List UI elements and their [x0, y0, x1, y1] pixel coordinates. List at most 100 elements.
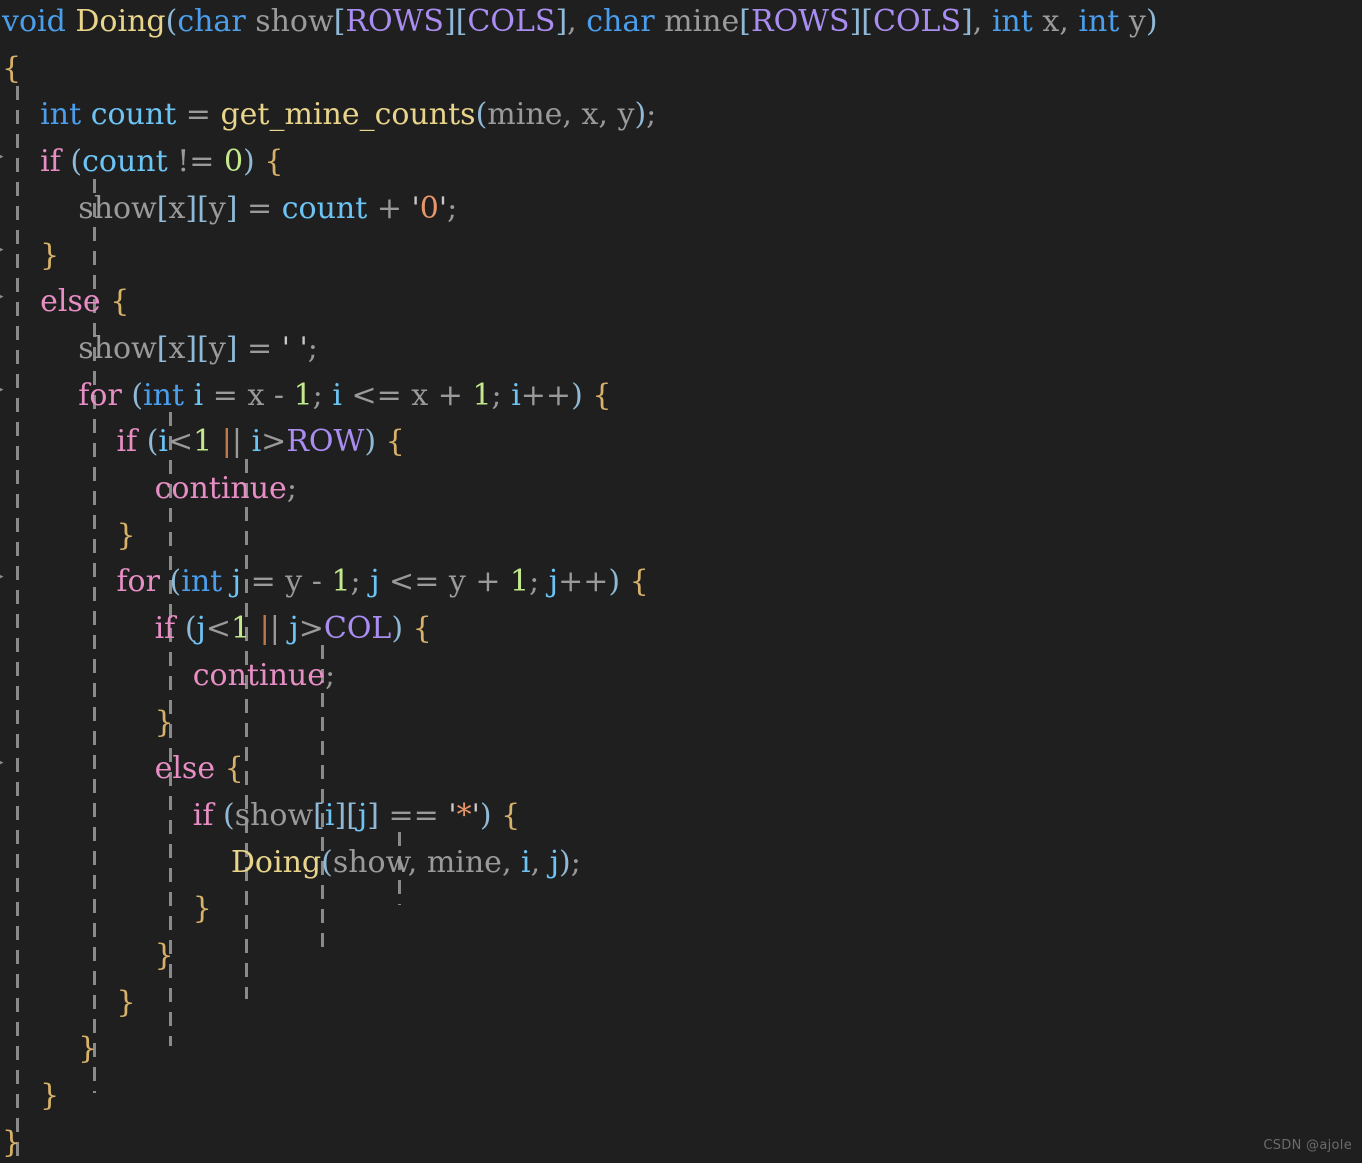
token-operator: ++ [558, 564, 609, 600]
token-identifier: show [255, 4, 334, 39]
code-line[interactable]: continue; [2, 466, 297, 513]
fold-marker-icon[interactable]: ▸ [0, 383, 6, 396]
token-operator: | [221, 424, 232, 460]
token-operator: - [264, 377, 294, 413]
code-line[interactable]: if (j<1 || j>COL) { [2, 606, 432, 653]
token-identifier: i [158, 424, 169, 460]
token-quote: ' [299, 330, 308, 366]
token-char-literal: 0 [419, 190, 439, 226]
fold-marker-icon[interactable]: ▸ [0, 756, 6, 769]
token-quote: ' [438, 190, 448, 226]
fold-marker-icon[interactable]: ▸ [0, 290, 6, 303]
token-number: 1 [472, 377, 492, 413]
token-semicolon: ; [491, 377, 512, 413]
token-keyword: if [40, 144, 61, 180]
token-operator: ++ [520, 377, 572, 413]
token-keyword: else [40, 284, 101, 320]
code-line[interactable]: else { [2, 746, 244, 793]
code-line[interactable]: } [2, 700, 174, 747]
code-line[interactable]: if (i<1 || i>ROW) { [2, 419, 404, 466]
token-type: int [143, 377, 185, 413]
token-identifier: j [357, 797, 368, 833]
token-semicolon: ; [286, 471, 297, 506]
token-identifier: j [231, 564, 242, 600]
token-identifier: i [324, 797, 335, 833]
token-macro: ROW [286, 424, 365, 460]
code-line[interactable]: for (int i = x - 1; i <= x + 1; i++) { [2, 373, 611, 420]
token-identifier: j [548, 564, 559, 600]
token-identifier: x [581, 97, 599, 133]
fold-marker-icon[interactable]: ▸ [0, 570, 6, 583]
token-function: Doing [230, 844, 322, 880]
code-line[interactable]: for (int j = y - 1; j <= y + 1; j++) { [2, 559, 648, 606]
token-identifier: x [168, 190, 186, 226]
token-identifier: count [281, 190, 368, 226]
token-paren: ) [479, 797, 492, 833]
token-brace: } [78, 1031, 98, 1067]
token-bracket: ] [961, 4, 973, 39]
token-paren: ( [222, 797, 235, 833]
code-line[interactable]: } [2, 886, 212, 933]
code-line[interactable]: { [2, 46, 21, 93]
token-type: int [181, 564, 223, 600]
code-line[interactable]: } [2, 233, 59, 280]
code-content[interactable]: void Doing(char show[ROWS][COLS], char m… [0, 0, 1158, 1163]
token-operator: = [237, 190, 282, 226]
token-operator: != [167, 144, 224, 180]
code-line[interactable]: void Doing(char show[ROWS][COLS], char m… [2, 0, 1158, 46]
code-line[interactable]: if (show[i][j] == '*') { [2, 793, 520, 840]
code-line[interactable]: } [2, 1120, 21, 1163]
token-brace: } [2, 1124, 22, 1160]
code-line[interactable]: continue; [2, 653, 335, 700]
token-comma: , [562, 97, 582, 133]
code-line[interactable]: } [2, 1026, 97, 1073]
code-line[interactable]: } [2, 980, 136, 1027]
token-brace: } [154, 938, 174, 973]
code-line[interactable]: } [2, 513, 135, 560]
token-keyword: else [154, 751, 216, 787]
token-identifier: x [411, 377, 429, 413]
token-brace: { [264, 144, 284, 180]
fold-marker-icon[interactable]: ▸ [0, 243, 6, 256]
token-paren: ( [321, 844, 333, 880]
token-operator: <= [379, 564, 449, 600]
fold-marker-icon[interactable]: ▸ [0, 150, 6, 163]
code-editor-viewport[interactable]: ▸ ▸ ▸ ▸ ▸ ▸ void Doing(char show[ROWS][C… [0, 0, 1362, 1163]
token-bracket: ][ [443, 4, 468, 39]
token-operator: < [168, 424, 194, 460]
code-line[interactable]: } [2, 933, 174, 980]
token-identifier: mine [664, 4, 740, 39]
code-line[interactable]: show[x][y] = ' '; [2, 326, 318, 373]
code-line[interactable]: else { [2, 279, 129, 326]
token-identifier: show [332, 844, 408, 880]
token-macro: COLS [872, 4, 962, 39]
code-line[interactable]: show[x][y] = count + '0'; [2, 186, 457, 233]
code-line[interactable]: Doing(show, mine, i, j); [2, 840, 581, 887]
code-line[interactable]: int count = get_mine_counts(mine, x, y); [2, 92, 656, 139]
token-comma: , [407, 844, 427, 880]
indent-guide [245, 459, 248, 999]
token-operator: <= [341, 377, 412, 413]
code-line[interactable]: if (count != 0) { [2, 139, 283, 186]
token-function: get_mine_counts [220, 97, 476, 133]
code-line[interactable]: } [2, 1073, 59, 1120]
token-brace: } [116, 984, 136, 1020]
token-number: 1 [293, 377, 313, 413]
